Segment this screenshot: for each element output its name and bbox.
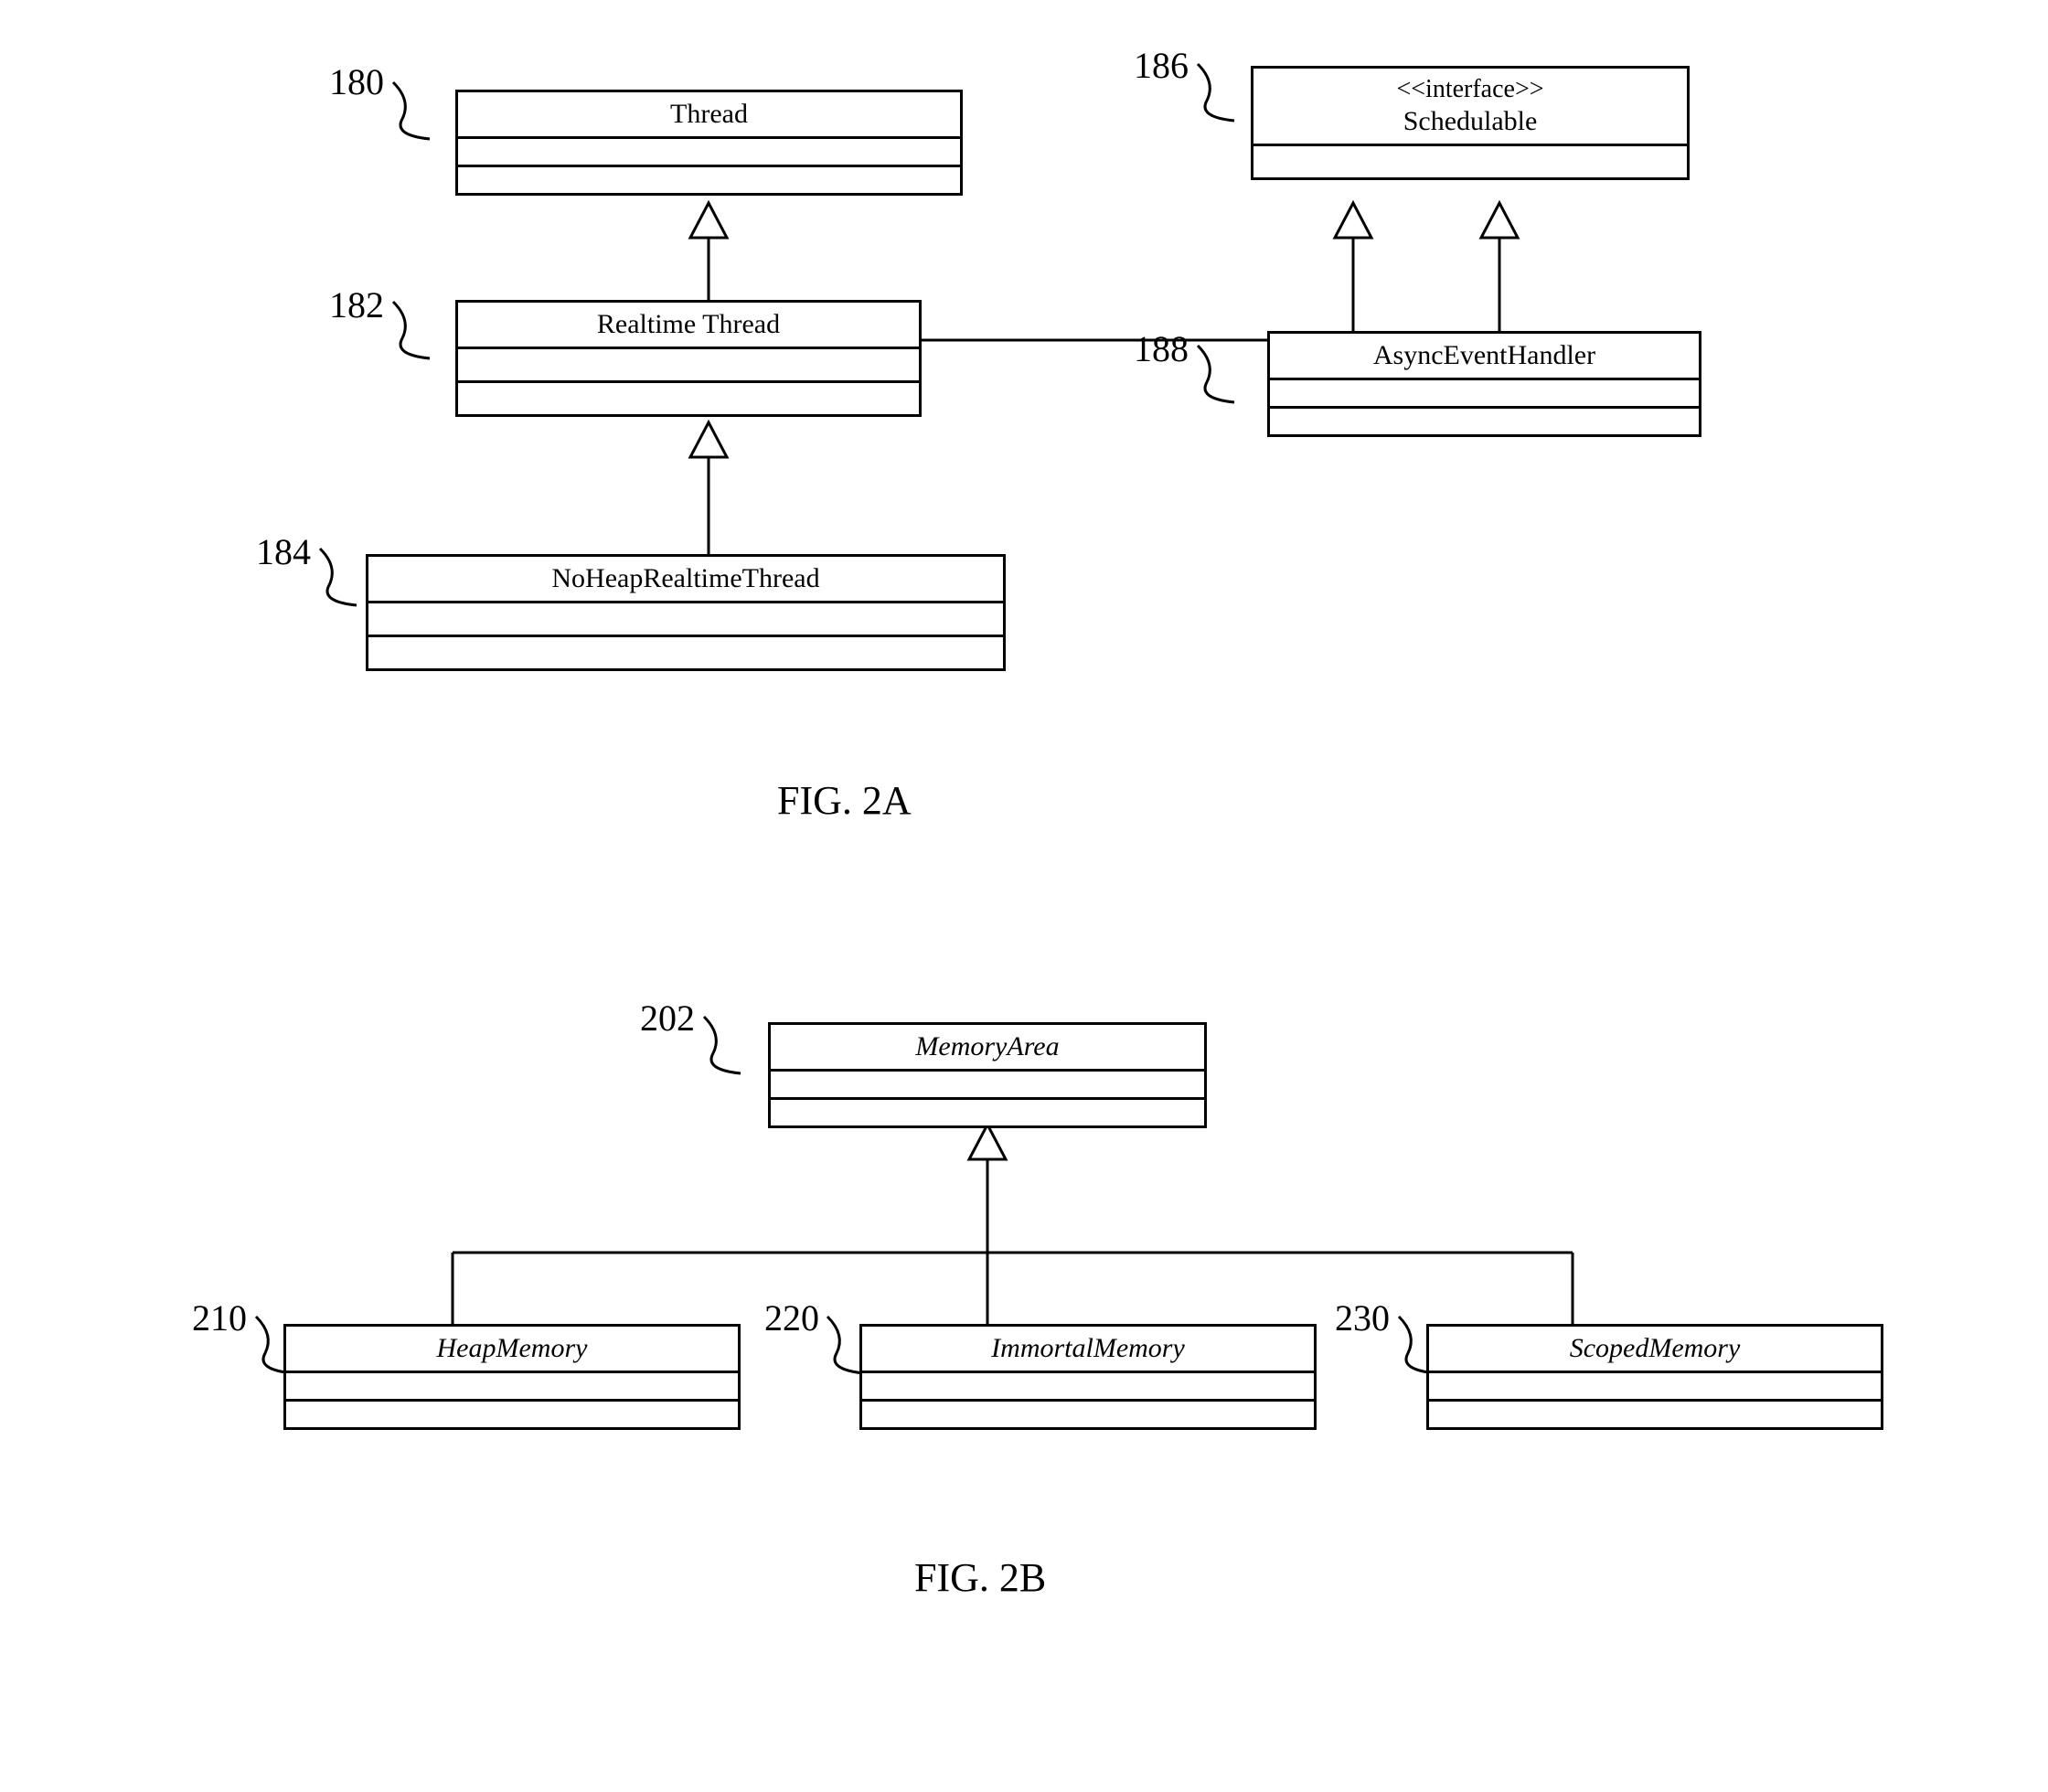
figure-caption-a: FIG. 2A bbox=[777, 777, 912, 824]
uml-class-ops bbox=[286, 1402, 738, 1427]
ref-label-scopedmemory: 230 bbox=[1335, 1296, 1390, 1339]
uml-class-title: ScopedMemory bbox=[1429, 1327, 1881, 1373]
ref-label-thread: 180 bbox=[329, 60, 384, 103]
uml-class-name: Schedulable bbox=[1403, 106, 1538, 136]
uml-class-realtime-thread: Realtime Thread bbox=[455, 300, 922, 417]
ref-label-noheap: 184 bbox=[256, 530, 311, 573]
uml-class-asynceventhandler: AsyncEventHandler bbox=[1267, 331, 1701, 437]
uml-class-ops bbox=[1270, 409, 1699, 434]
uml-class-attrs bbox=[458, 349, 919, 383]
ref-label-immortalmemory: 220 bbox=[764, 1296, 819, 1339]
uml-class-memoryarea: MemoryArea bbox=[768, 1022, 1207, 1128]
uml-class-title: HeapMemory bbox=[286, 1327, 738, 1373]
uml-class-ops bbox=[368, 637, 1003, 668]
uml-class-attrs bbox=[862, 1373, 1314, 1402]
uml-class-attrs bbox=[1270, 380, 1699, 409]
uml-class-attrs bbox=[1429, 1373, 1881, 1402]
uml-class-attrs bbox=[771, 1072, 1204, 1100]
uml-class-ops bbox=[458, 383, 919, 414]
page: Thread 180 <<interface>> Schedulable 186… bbox=[0, 0, 2048, 1792]
ref-label-heapmemory: 210 bbox=[192, 1296, 247, 1339]
uml-class-attrs bbox=[368, 603, 1003, 637]
uml-class-title: Thread bbox=[458, 92, 960, 139]
uml-interface-schedulable: <<interface>> Schedulable bbox=[1251, 66, 1690, 180]
uml-class-noheaprealtimethread: NoHeapRealtimeThread bbox=[366, 554, 1006, 671]
uml-class-ops bbox=[458, 167, 960, 193]
uml-class-title: <<interface>> Schedulable bbox=[1253, 69, 1687, 146]
uml-class-ops bbox=[1429, 1402, 1881, 1427]
uml-class-attrs bbox=[286, 1373, 738, 1402]
ref-label-schedulable: 186 bbox=[1134, 44, 1189, 87]
ref-label-asynch: 188 bbox=[1134, 327, 1189, 370]
uml-class-ops bbox=[771, 1100, 1204, 1125]
uml-class-title: ImmortalMemory bbox=[862, 1327, 1314, 1373]
ref-label-memoryarea: 202 bbox=[640, 997, 695, 1040]
uml-class-title: Realtime Thread bbox=[458, 303, 919, 349]
uml-class-title: MemoryArea bbox=[771, 1025, 1204, 1072]
uml-class-ops bbox=[862, 1402, 1314, 1427]
uml-class-title: AsyncEventHandler bbox=[1270, 334, 1699, 380]
uml-class-title: NoHeapRealtimeThread bbox=[368, 557, 1003, 603]
uml-class-immortalmemory: ImmortalMemory bbox=[859, 1324, 1317, 1430]
uml-class-attrs bbox=[458, 139, 960, 167]
figure-caption-b: FIG. 2B bbox=[914, 1554, 1046, 1601]
uml-class-thread: Thread bbox=[455, 90, 963, 196]
uml-class-ops bbox=[1253, 146, 1687, 177]
uml-class-scopedmemory: ScopedMemory bbox=[1426, 1324, 1883, 1430]
uml-stereotype: <<interface>> bbox=[1257, 74, 1683, 105]
uml-class-heapmemory: HeapMemory bbox=[283, 1324, 741, 1430]
ref-label-realtime: 182 bbox=[329, 283, 384, 326]
figA-connectors bbox=[0, 0, 2048, 878]
